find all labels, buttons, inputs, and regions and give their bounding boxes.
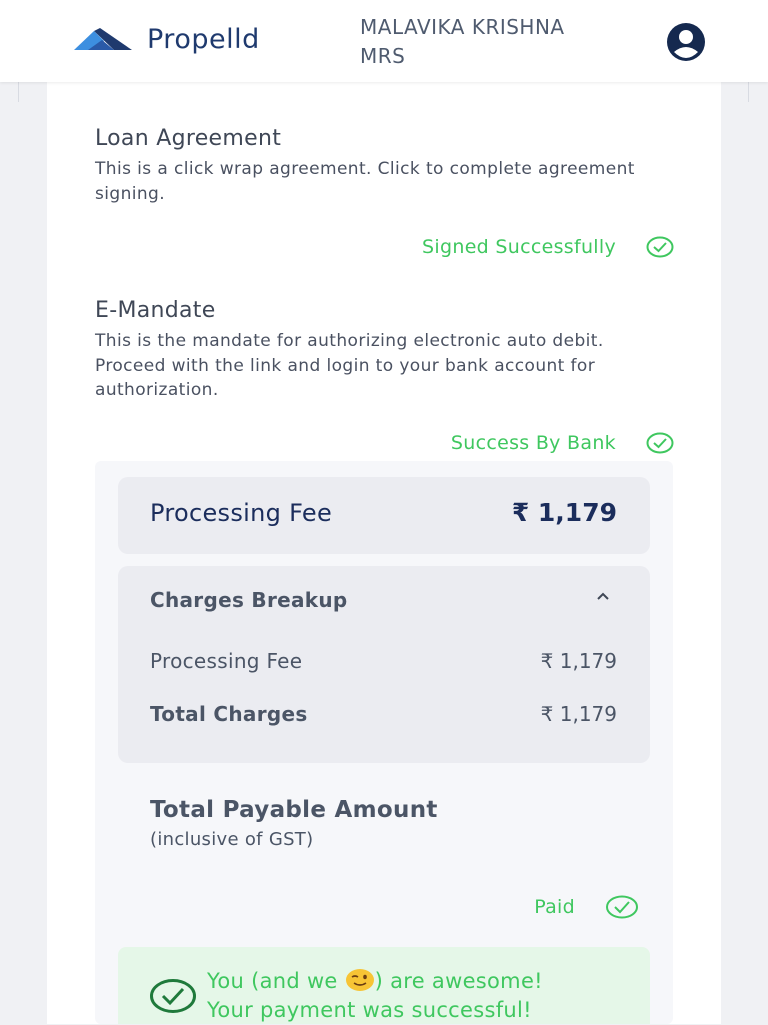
user-name: MALAVIKA KRISHNA MRS (360, 13, 640, 71)
processing-fee-summary: Processing Fee ₹ 1,179 (118, 477, 650, 554)
divider (748, 82, 749, 102)
loan-agreement-status-label: Signed Successfully (422, 236, 616, 258)
processing-fee-amount: ₹ 1,179 (511, 498, 617, 527)
success-message-line1: You (and we ) are awesome! (207, 967, 543, 996)
check-circle-icon (605, 895, 639, 919)
e-mandate-status: Success By Bank (451, 432, 674, 454)
total-payable-subtitle: (inclusive of GST) (150, 829, 314, 850)
success-text: You (and we (207, 969, 345, 993)
payment-success-banner: You (and we ) are awesome! Your payment … (118, 947, 650, 1024)
user-name-line2: MRS (360, 44, 406, 68)
breakup-row-amount: ₹ 1,179 (540, 702, 617, 726)
total-payable-title: Total Payable Amount (150, 797, 438, 823)
brand-name[interactable]: Propelld (147, 24, 260, 55)
loan-agreement-title: Loan Agreement (95, 126, 282, 151)
user-name-line1: MALAVIKA KRISHNA (360, 15, 565, 39)
e-mandate-status-label: Success By Bank (450, 432, 616, 454)
success-text: ) are awesome! (374, 969, 543, 993)
winking-face-icon (345, 968, 375, 992)
breakup-row-label: Total Charges (150, 702, 308, 726)
chevron-up-icon[interactable] (594, 588, 612, 606)
success-message: You (and we ) are awesome! Your payment … (207, 967, 543, 1025)
breakup-row-label: Processing Fee (150, 649, 303, 673)
processing-fee-label: Processing Fee (150, 499, 333, 527)
loan-agreement-description: This is a click wrap agreement. Click to… (95, 159, 635, 204)
user-circle-icon[interactable] (666, 22, 706, 62)
payment-status: Paid (534, 895, 639, 919)
check-circle-icon (646, 432, 674, 454)
propelld-logo-icon[interactable] (74, 28, 134, 52)
success-message-line2: Your payment was successful! (207, 998, 532, 1022)
charges-breakup-title[interactable]: Charges Breakup (150, 588, 348, 612)
loan-agreement-status: Signed Successfully (422, 236, 674, 258)
top-header: Propelld MALAVIKA KRISHNA MRS (0, 0, 768, 82)
payment-status-label: Paid (534, 896, 575, 918)
e-mandate-description: This is the mandate for authorizing elec… (95, 331, 604, 400)
charges-breakup: Charges Breakup Processing Fee ₹ 1,179 T… (118, 566, 650, 763)
check-circle-icon (150, 979, 196, 1017)
e-mandate-title: E-Mandate (95, 298, 216, 323)
breakup-row-amount: ₹ 1,179 (540, 649, 617, 673)
divider (18, 82, 19, 102)
check-circle-icon (646, 236, 674, 258)
